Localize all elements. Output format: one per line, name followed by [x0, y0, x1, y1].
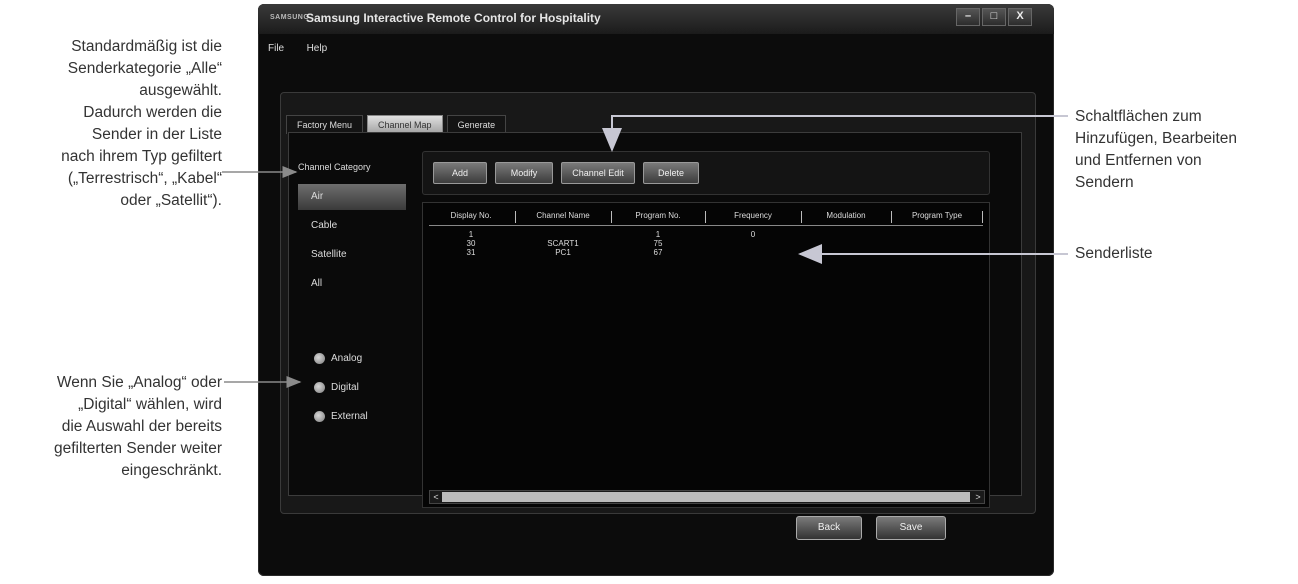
- arrow-to-toolbar: [602, 115, 1068, 152]
- callout-arrows: [222, 115, 1068, 388]
